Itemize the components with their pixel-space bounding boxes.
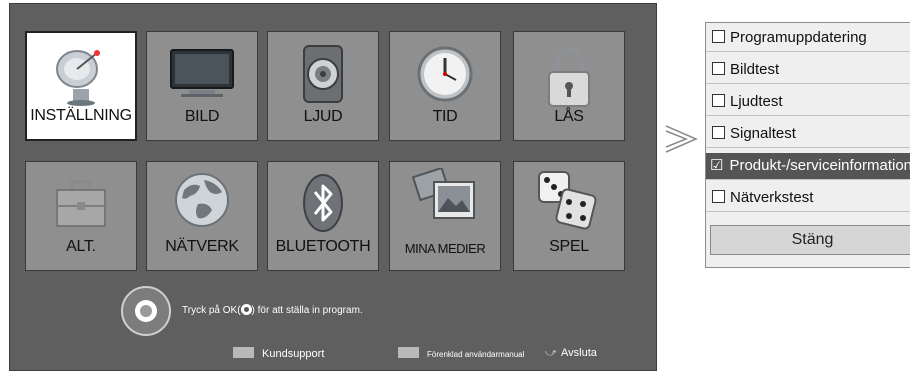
support-label: Kundsupport	[262, 348, 325, 360]
menu-item-bildtest[interactable]: Bildtest	[706, 57, 910, 84]
tile-tid[interactable]: TID	[389, 31, 501, 141]
double-chevron-right-icon	[665, 125, 698, 153]
hint-text-after: ) för att ställa in program.	[251, 305, 363, 316]
exit-label: Avsluta	[561, 347, 597, 359]
tile-ljud[interactable]: LJUD	[267, 31, 379, 141]
menu-item-label: Produkt-/serviceinformation	[729, 157, 910, 174]
menu-item-programuppdatering[interactable]: Programuppdatering	[706, 25, 910, 52]
media-photos-icon	[411, 168, 475, 219]
remote-wheel-icon	[121, 286, 171, 336]
tile-label: INSTÄLLNING	[30, 107, 132, 124]
speaker-icon	[303, 45, 343, 103]
tile-natverk[interactable]: NÄTVERK	[146, 161, 258, 271]
tile-label: ALT.	[66, 238, 96, 255]
checkbox[interactable]	[712, 62, 725, 75]
tile-label: MINA MEDIER	[404, 241, 486, 256]
checkbox[interactable]	[712, 30, 725, 43]
menu-item-label: Programuppdatering	[730, 29, 867, 46]
tile-label: TID	[432, 108, 458, 125]
footer-exit[interactable]: ⤻ Avsluta	[545, 347, 597, 360]
tile-label: LJUD	[303, 108, 343, 125]
tile-bild[interactable]: BILD	[146, 31, 258, 141]
globe-icon	[175, 173, 229, 227]
menu-item-label: Nätverkstest	[730, 189, 814, 206]
clock-icon	[417, 46, 473, 102]
color-key-icon	[233, 347, 254, 358]
satellite-dish-icon	[56, 50, 100, 106]
close-button[interactable]: Stäng	[710, 225, 910, 255]
tile-label: BLUETOOTH	[275, 238, 371, 255]
dice-icon	[538, 171, 597, 230]
ok-hint-text: Tryck på OK( ) för att ställa in program.	[182, 304, 363, 316]
footer-support[interactable]: Kundsupport	[233, 347, 324, 360]
hint-text-before: Tryck på OK(	[182, 305, 241, 316]
toolbox-icon	[56, 180, 106, 227]
tile-label: LÅS	[554, 108, 584, 125]
tile-label: NÄTVERK	[165, 238, 239, 255]
tile-mina-medier[interactable]: MINA MEDIER	[389, 161, 501, 271]
ok-button-icon	[240, 304, 252, 315]
menu-item-signaltest[interactable]: Signaltest	[706, 121, 910, 148]
padlock-icon	[548, 47, 590, 107]
checkbox-checked[interactable]: ☑	[710, 153, 723, 179]
tile-installning[interactable]: INSTÄLLNING	[25, 31, 137, 141]
tile-spel[interactable]: SPEL	[513, 161, 625, 271]
settings-submenu: Programuppdatering Bildtest Ljudtest Sig…	[705, 22, 910, 268]
tile-alt[interactable]: ALT.	[25, 161, 137, 271]
menu-item-label: Bildtest	[730, 61, 780, 78]
tile-label: BILD	[184, 108, 220, 125]
tile-las[interactable]: LÅS	[513, 31, 625, 141]
menu-item-ljudtest[interactable]: Ljudtest	[706, 89, 910, 116]
tv-monitor-icon	[170, 49, 234, 97]
color-key-icon	[398, 347, 419, 358]
menu-item-natverkstest[interactable]: Nätverkstest	[706, 185, 910, 212]
exit-icon: ⤻	[545, 347, 557, 359]
menu-item-label: Signaltest	[730, 125, 796, 142]
checkbox[interactable]	[712, 190, 725, 203]
manual-label: Förenklad användarmanual	[427, 350, 525, 359]
tile-bluetooth[interactable]: BLUETOOTH	[267, 161, 379, 271]
checkbox[interactable]	[712, 94, 725, 107]
bluetooth-icon	[303, 174, 343, 232]
footer-manual[interactable]: Förenklad användarmanual	[398, 347, 524, 360]
checkbox[interactable]	[712, 126, 725, 139]
tile-label: SPEL	[549, 238, 589, 255]
main-menu: INSTÄLLNING BILD LJUD TID LÅS ALT. NÄTVE…	[9, 3, 657, 371]
menu-item-label: Ljudtest	[730, 93, 783, 110]
menu-item-produktinformation[interactable]: ☑ Produkt-/serviceinformation	[706, 153, 910, 180]
